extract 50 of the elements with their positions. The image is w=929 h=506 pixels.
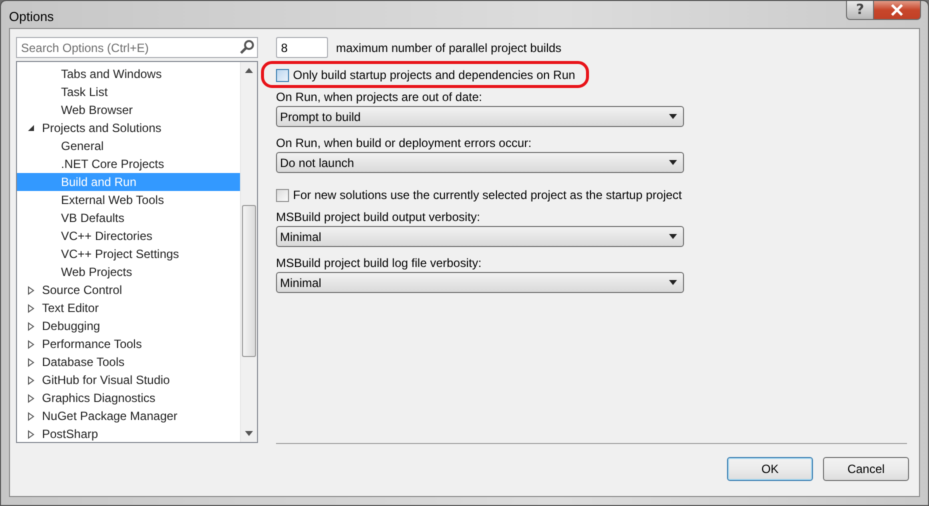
scroll-up-icon — [245, 68, 253, 73]
search-field[interactable]: Search Options (Ctrl+E) — [16, 37, 258, 58]
search-icon — [239, 39, 255, 55]
tree-item[interactable]: Projects and Solutions — [17, 119, 240, 137]
window-title: Options — [9, 9, 54, 24]
tree-item[interactable]: Tabs and Windows — [17, 65, 240, 83]
tree-item[interactable]: Graphics Diagnostics — [17, 389, 240, 407]
checkbox-label: For new solutions use the currently selected project as the startup project — [293, 188, 682, 202]
tree-item[interactable]: Performance Tools — [17, 335, 240, 353]
dropdown[interactable]: Prompt to build — [276, 106, 684, 127]
tree-item[interactable]: PostSharp — [17, 425, 240, 443]
dropdown[interactable]: Minimal — [276, 226, 684, 247]
tree-item[interactable]: External Web Tools — [17, 191, 240, 209]
dropdown-arrow-icon — [669, 114, 677, 119]
number-field[interactable]: 8 — [276, 37, 328, 58]
tree-item[interactable]: Database Tools — [17, 353, 240, 371]
dropdown-arrow-icon — [669, 280, 677, 285]
tree-item[interactable]: GitHub for Visual Studio — [17, 371, 240, 389]
dropdown-label: On Run, when projects are out of date: — [276, 89, 484, 106]
checkbox[interactable] — [276, 188, 289, 202]
tree-item[interactable]: Web Projects — [17, 263, 240, 281]
dropdown-arrow-icon — [669, 234, 677, 239]
dropdown-label: On Run, when build or deployment errors occur: — [276, 135, 532, 152]
dropdown-arrow-icon — [669, 160, 677, 165]
dropdown[interactable]: Minimal — [276, 272, 684, 293]
ok-button[interactable]: OK — [727, 457, 813, 481]
cancel-button[interactable]: Cancel — [823, 457, 909, 481]
tree-item[interactable]: VC++ Project Settings — [17, 245, 240, 263]
close-icon — [890, 4, 904, 16]
tree-item[interactable]: NuGet Package Manager — [17, 407, 240, 425]
tree-item[interactable]: Task List — [17, 83, 240, 101]
help-button[interactable]: ? — [846, 1, 874, 20]
tree-item[interactable]: VB Defaults — [17, 209, 240, 227]
close-button[interactable] — [874, 1, 921, 20]
tree-item[interactable]: Web Browser — [17, 101, 240, 119]
tree-item[interactable]: VC++ Directories — [17, 227, 240, 245]
dropdown-label: MSBuild project build log file verbosity: — [276, 255, 482, 272]
tree-item[interactable]: General — [17, 137, 240, 155]
tree-item[interactable]: Source Control — [17, 281, 240, 299]
checkbox[interactable] — [276, 68, 289, 82]
dropdown[interactable]: Do not launch — [276, 152, 684, 173]
dropdown-label: MSBuild project build output verbosity: — [276, 209, 482, 226]
scrollbar[interactable] — [240, 62, 257, 442]
scroll-thumb[interactable] — [242, 205, 256, 357]
checkbox-label: Only build startup projects and dependencies on Run — [293, 68, 576, 82]
tree-item[interactable]: Text Editor — [17, 299, 240, 317]
tree-item[interactable]: Debugging — [17, 317, 240, 335]
tree-item[interactable]: .NET Core Projects — [17, 155, 240, 173]
field-caption: maximum number of parallel project builds — [336, 40, 562, 54]
scroll-down-icon — [245, 431, 253, 436]
